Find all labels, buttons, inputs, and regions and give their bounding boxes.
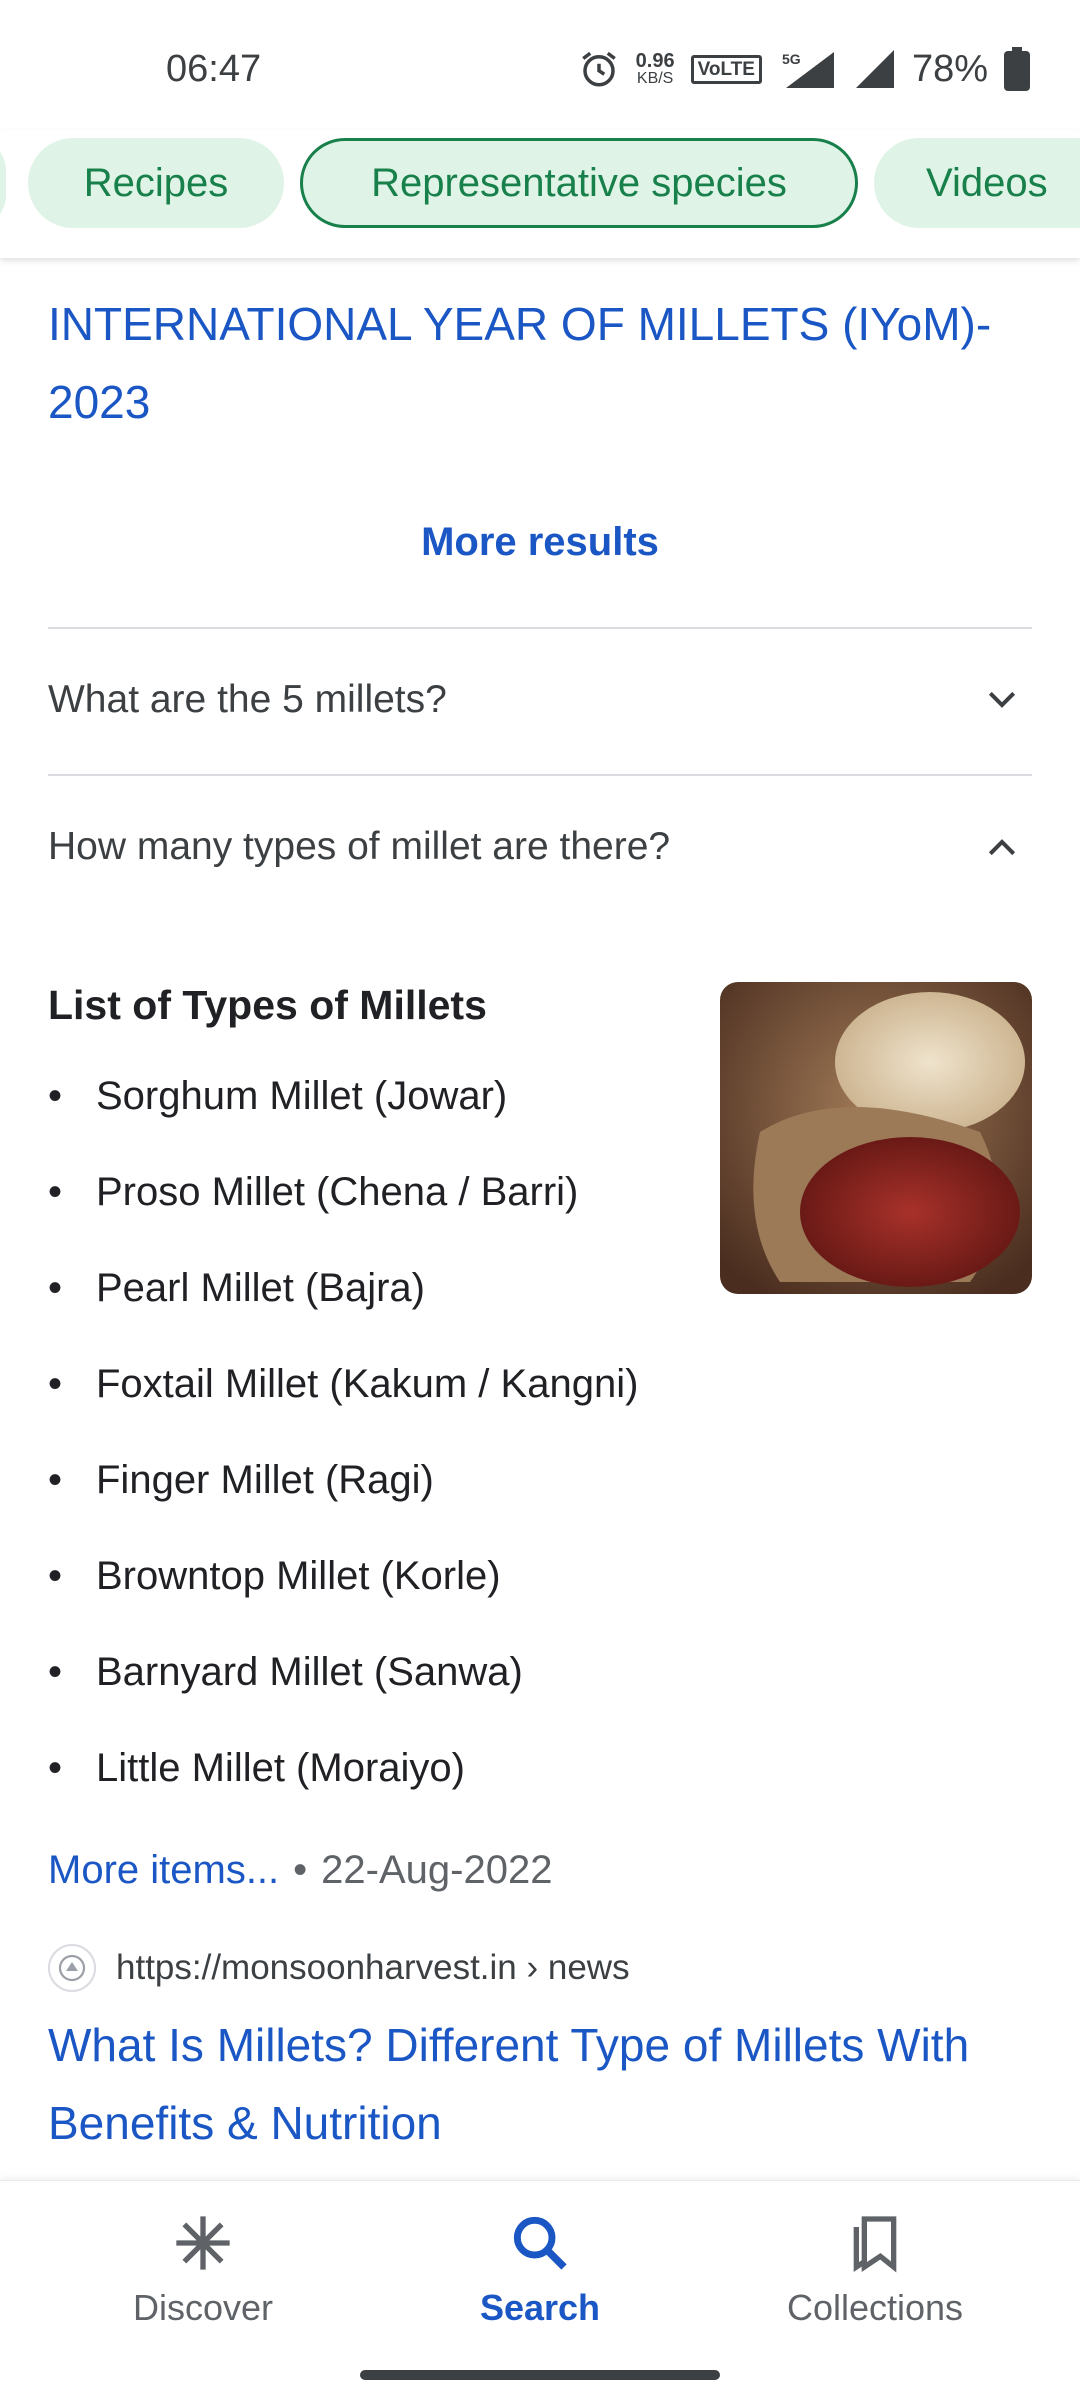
battery-percent: 78% <box>911 47 988 90</box>
status-icons: 0.96 KB/S VoLTE 5G 78% <box>578 44 1030 94</box>
faq-item-types-of-millet[interactable]: How many types of millet are there? <box>48 807 1032 887</box>
nav-label: Search <box>479 2287 601 2328</box>
net-speed-unit: KB/S <box>636 70 674 87</box>
list-item: • Proso Millet (Chena / Barri) <box>48 1170 579 1214</box>
list-item: • Pearl Millet (Bajra) <box>48 1266 425 1310</box>
millet-thumbnail-image[interactable] <box>720 982 1032 1294</box>
bottom-navigation: Discover Search Collections <box>0 2180 1080 2401</box>
result-title-line1: What Is Millets? Different Type of Mille… <box>48 2019 970 2071</box>
net-speed-value: 0.96 <box>635 50 675 72</box>
list-item: • Little Millet (Moraiyo) <box>48 1746 465 1790</box>
net-speed: 0.96 KB/S <box>636 51 675 87</box>
answer-date: 22-Aug-2022 <box>321 1848 553 1892</box>
chip-partial[interactable] <box>0 138 6 228</box>
list-item: • Browntop Millet (Korle) <box>48 1554 501 1598</box>
chip-label: Representative species <box>371 160 787 205</box>
top-result-title-line1: INTERNATIONAL YEAR OF MILLETS (IYoM)- <box>48 298 992 350</box>
nav-label: Discover <box>132 2287 274 2328</box>
separator-dot: • <box>293 1848 308 1892</box>
result-title-link[interactable]: What Is Millets? Different Type of Mille… <box>48 2006 1032 2162</box>
faq-question: What are the 5 millets? <box>48 678 447 721</box>
more-items-link[interactable]: More items... <box>48 1848 279 1893</box>
list-item: • Finger Millet (Ragi) <box>48 1458 434 1502</box>
chips-row: Recipes Representative species Videos <box>0 130 1080 258</box>
status-time: 06:47 <box>166 48 262 90</box>
chip-recipes[interactable]: Recipes <box>28 138 284 228</box>
more-results-button[interactable]: More results <box>0 520 1080 565</box>
nav-label: Collections <box>786 2287 964 2328</box>
chip-label: Videos <box>926 160 1048 205</box>
nav-collections[interactable]: Collections <box>725 2211 1025 2329</box>
top-result-title-line2: 2023 <box>48 376 151 428</box>
bookmarks-icon <box>853 2216 897 2273</box>
divider <box>48 627 1032 629</box>
nav-search[interactable]: Search <box>390 2211 690 2329</box>
list-item: • Barnyard Millet (Sanwa) <box>48 1650 523 1694</box>
signal-5g-icon: 5G <box>782 51 834 88</box>
chip-representative-species[interactable]: Representative species <box>300 138 858 228</box>
search-icon <box>513 2216 567 2270</box>
source-url: https://monsoonharvest.in › news <box>116 1948 630 1987</box>
source-row[interactable]: https://monsoonharvest.in › news <box>48 1944 630 1992</box>
chip-label: Recipes <box>83 160 229 205</box>
answer-list-title: List of Types of Millets <box>48 982 487 1028</box>
faq-item-5-millets[interactable]: What are the 5 millets? <box>48 660 1032 740</box>
volte-icon: VoLTE <box>690 54 762 84</box>
alarm-icon <box>581 51 616 87</box>
asterisk-icon <box>176 2216 230 2270</box>
list-item: • Sorghum Millet (Jowar) <box>48 1074 508 1118</box>
top-result-title-link[interactable]: INTERNATIONAL YEAR OF MILLETS (IYoM)- 20… <box>48 285 1008 441</box>
divider <box>48 774 1032 776</box>
faq-question: How many types of millet are there? <box>48 825 671 868</box>
nav-discover[interactable]: Discover <box>53 2211 353 2329</box>
list-item: • Foxtail Millet (Kakum / Kangni) <box>48 1362 639 1406</box>
battery-icon <box>1004 47 1030 91</box>
chip-videos[interactable]: Videos <box>874 138 1080 228</box>
status-bar: 06:47 0.96 KB/S VoLTE 5G 78% <box>0 0 1080 130</box>
chevron-down-icon <box>972 670 1032 730</box>
more-items-row: More items... • 22-Aug-2022 <box>48 1848 552 1893</box>
site-favicon-icon <box>48 1944 96 1992</box>
signal-icon <box>855 50 894 88</box>
chevron-up-icon <box>972 817 1032 877</box>
svg-text:5G: 5G <box>782 51 801 67</box>
millet-types-list: • Sorghum Millet (Jowar) • Proso Millet (C… <box>48 1072 638 1840</box>
result-title-line2: Benefits & Nutrition <box>48 2097 442 2149</box>
gesture-handle[interactable] <box>360 2370 720 2380</box>
